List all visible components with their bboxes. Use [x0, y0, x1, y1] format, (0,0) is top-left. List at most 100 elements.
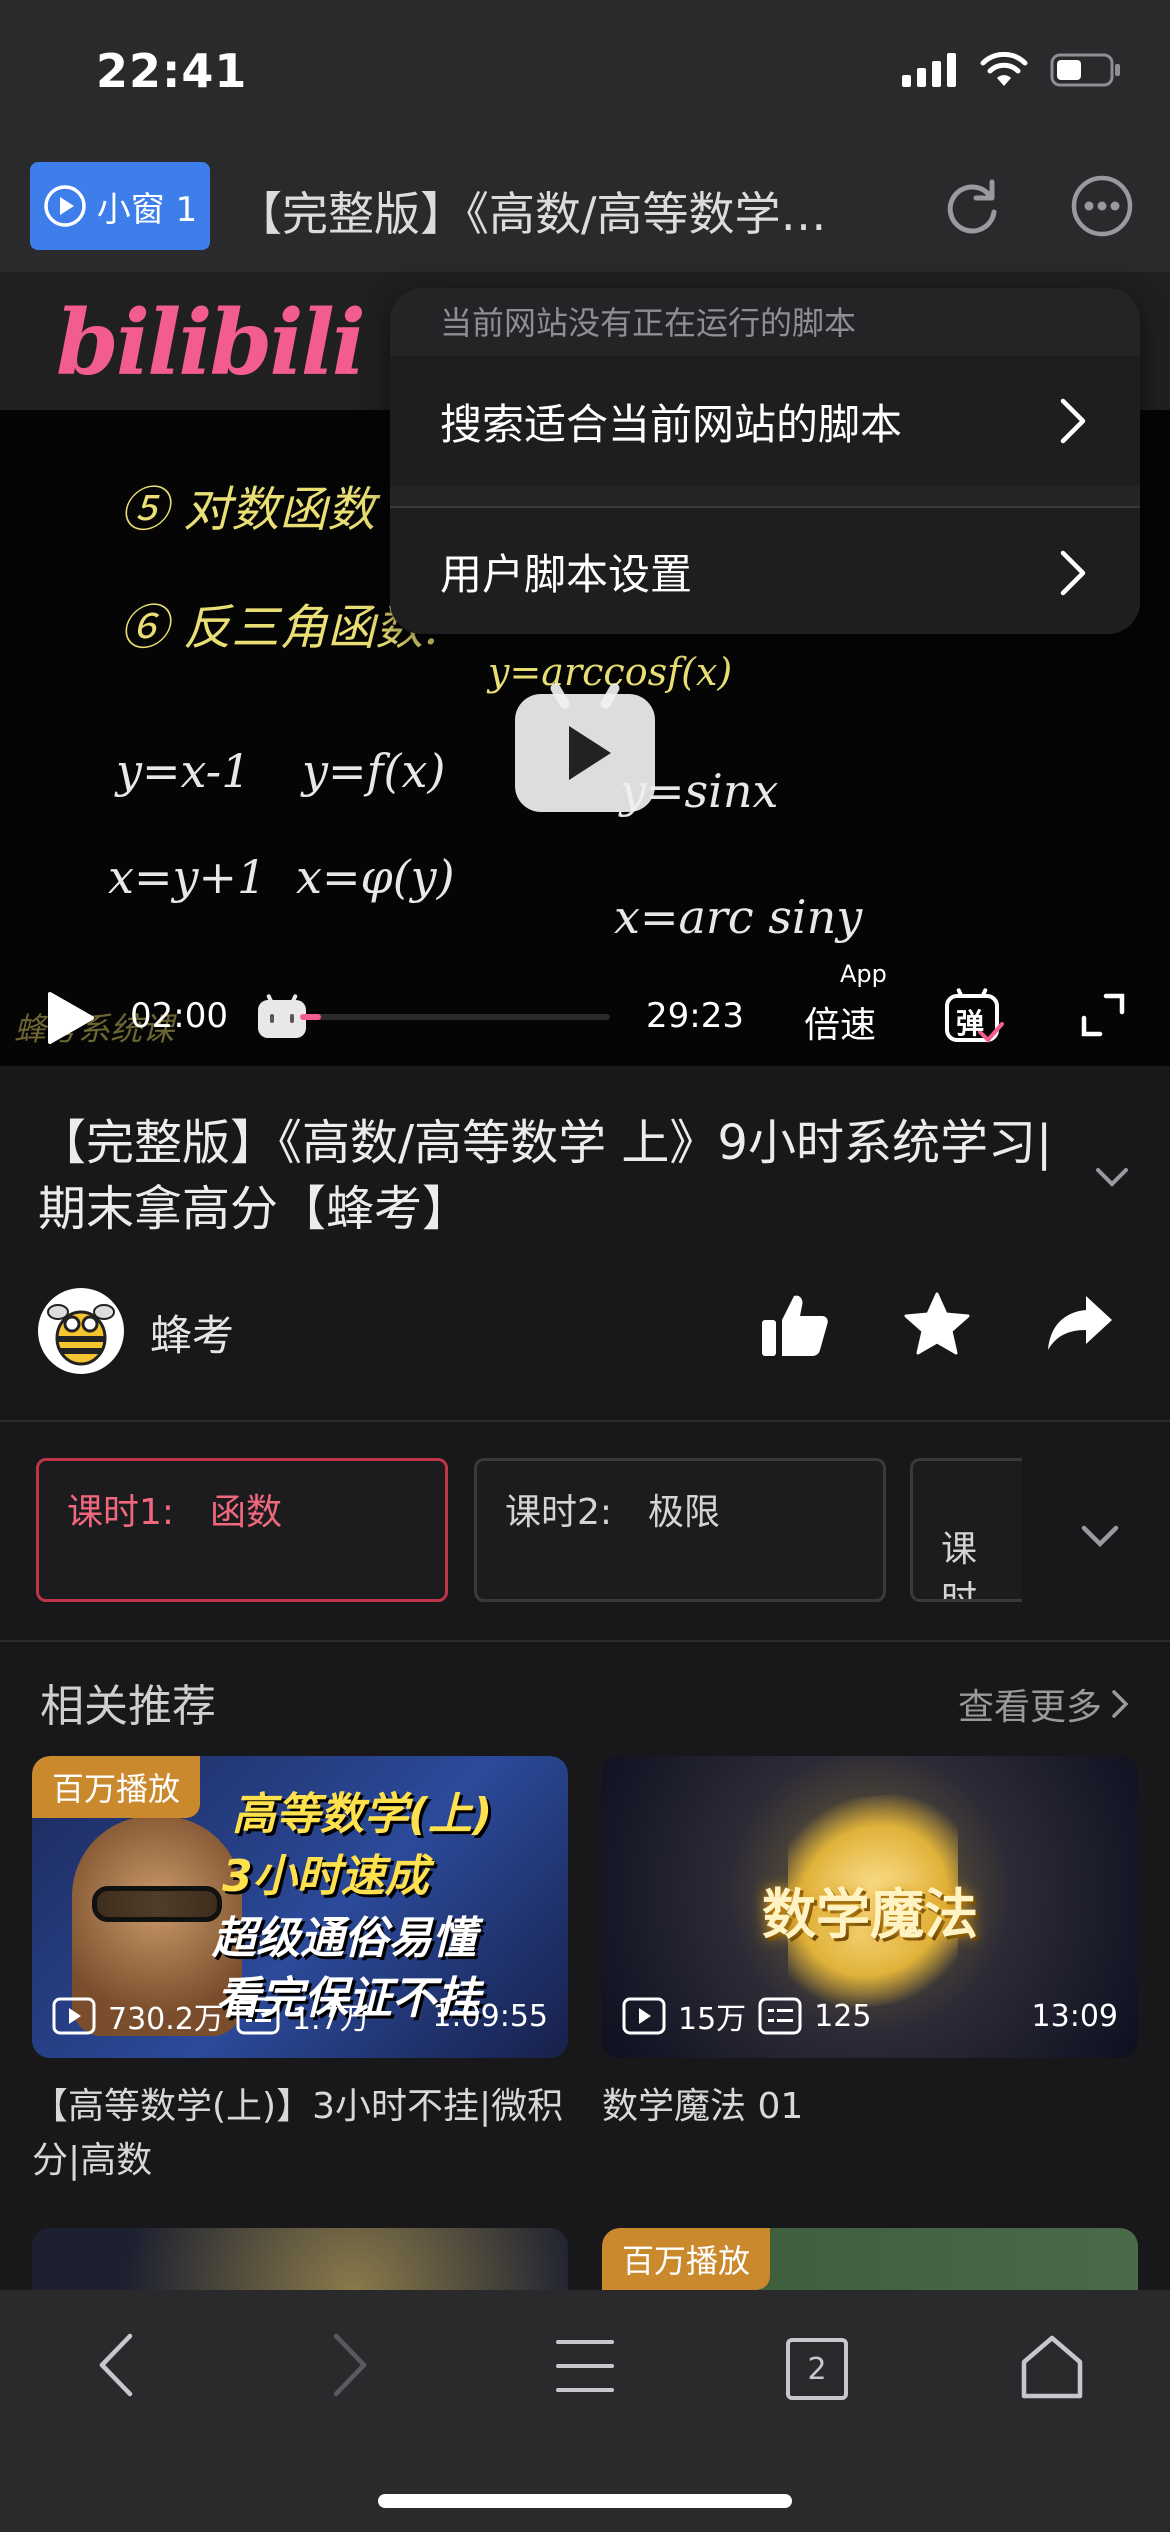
chevron-down-icon[interactable] — [1080, 1524, 1120, 1550]
danmaku-count-icon — [758, 1997, 802, 2035]
episode-label: 课时1: 函数 — [67, 1492, 283, 1533]
episode-label: 课时2: 极限 — [505, 1492, 721, 1533]
card-thumbnail: 百万播放 — [602, 2228, 1138, 2290]
views-count: 15万 — [678, 2002, 747, 2037]
uploader-name[interactable]: 蜂考 — [150, 1302, 234, 1363]
glasses-icon — [92, 1886, 222, 1922]
menu-icon[interactable] — [554, 2336, 616, 2396]
reload-icon[interactable] — [940, 174, 1004, 238]
card-stats: 15万 125 13:09 — [622, 1994, 1118, 2038]
bilibili-logo[interactable]: bilibili — [56, 290, 366, 396]
thumb-text: 数学魔法 — [762, 1883, 978, 1946]
card-duration: 13:09 — [1031, 1998, 1118, 2034]
progress-fill — [300, 1014, 322, 1020]
board-line: x=arc siny — [614, 890, 863, 944]
player-controls: 02:00 29:23 倍速 App 弹 — [0, 960, 1170, 1066]
page-title[interactable]: 【完整版】《高数/高等数学… — [236, 178, 896, 244]
mini-window-label: 小窗 1 — [96, 189, 198, 230]
bottom-toolbar: 2 — [0, 2290, 1170, 2532]
recommend-header: 相关推荐 查看更多 — [0, 1642, 1170, 1752]
recommend-heading: 相关推荐 — [40, 1681, 216, 1732]
share-icon[interactable] — [1046, 1292, 1114, 1354]
popular-badge: 百万播放 — [32, 1756, 201, 1818]
see-more-link[interactable]: 查看更多 — [958, 1678, 1130, 1730]
danmaku-count: 1.7万 — [291, 2002, 370, 2037]
like-icon[interactable] — [760, 1292, 830, 1358]
thumb-text: 高等数学(上) — [232, 1789, 493, 1840]
home-indicator — [378, 2494, 792, 2508]
play-icon[interactable] — [44, 990, 96, 1046]
popup-note: 当前网站没有正在运行的脚本 — [440, 304, 857, 342]
back-icon[interactable] — [96, 2332, 136, 2398]
recommend-card[interactable]: 数学魔法 15万 125 13:09 数学魔法 01 — [602, 1756, 1138, 2134]
card-title: 数学魔法 01 — [602, 2086, 804, 2127]
card-stats: 730.2万 1.7万 1:09:55 — [52, 1994, 548, 2038]
card-thumbnail: 数学魔法 15万 125 13:09 — [602, 1756, 1138, 2058]
browser-bar: 小窗 1 【完整版】《高数/高等数学… — [0, 140, 1170, 272]
bee-avatar-icon — [47, 1304, 115, 1366]
battery-icon — [1050, 53, 1120, 87]
big-play-button[interactable] — [515, 694, 655, 812]
episode-list: 课时1: 函数 课时2: 极限 课时3 公式 — [0, 1422, 1170, 1640]
thumb-text: 超级通俗易懂 — [212, 1913, 476, 1964]
script-settings-item[interactable]: 用户脚本设置 — [390, 508, 1140, 634]
cellular-signal-icon — [902, 53, 956, 87]
card-thumbnail: 高等数学(上) 3小时速成 超级通俗易懂 看完保证不挂 百万播放 730.2万 … — [32, 1756, 568, 2058]
avatar[interactable] — [38, 1288, 124, 1374]
forward-icon[interactable] — [330, 2332, 370, 2398]
danmaku-label: 弹 — [956, 1007, 985, 1040]
recommend-card[interactable] — [32, 2228, 568, 2290]
chevron-right-icon — [1060, 550, 1086, 596]
board-line: y=x-1 — [116, 744, 251, 798]
current-time: 02:00 — [130, 996, 228, 1036]
tabs-button[interactable]: 2 — [786, 2338, 848, 2400]
chevron-right-icon — [1112, 1690, 1129, 1718]
mini-window-button[interactable]: 小窗 1 — [30, 162, 210, 250]
episode-label: 课时3 公式 — [941, 1529, 978, 1602]
popup-item-label: 用户脚本设置 — [440, 549, 693, 599]
danmaku-toggle[interactable]: 弹 — [944, 986, 1004, 1043]
thumb-text: 3小时速成 — [222, 1851, 429, 1902]
episode-item[interactable]: 课时2: 极限 — [474, 1458, 886, 1602]
recommend-card[interactable]: 百万播放 — [602, 2228, 1138, 2290]
app-badge: App — [840, 960, 887, 988]
play-circle-icon — [44, 185, 86, 227]
danmaku-count-icon — [236, 1997, 280, 2035]
tab-count: 2 — [807, 2351, 827, 2387]
speed-button[interactable]: 倍速 — [804, 996, 876, 1048]
card-thumbnail — [32, 2228, 568, 2290]
status-bar: 22:41 — [0, 0, 1170, 140]
status-icons — [902, 52, 1122, 88]
home-icon[interactable] — [1018, 2332, 1086, 2400]
board-line: x=y+1 — [108, 850, 267, 904]
board-line: ⑤ 对数函数 — [120, 482, 376, 538]
views-icon — [622, 1997, 666, 2035]
fullscreen-icon[interactable] — [1080, 992, 1126, 1038]
episode-item[interactable]: 课时3 公式 — [910, 1458, 1022, 1602]
see-more-label: 查看更多 — [957, 1687, 1102, 1728]
views-icon — [52, 1997, 96, 2035]
progress-bar[interactable] — [300, 1014, 610, 1020]
video-title: 【完整版】《高数/高等数学 上》9小时系统学习|期末拿高分【蜂考】 — [38, 1115, 1053, 1237]
recommend-card[interactable]: 高等数学(上) 3小时速成 超级通俗易懂 看完保证不挂 百万播放 730.2万 … — [32, 1756, 568, 2188]
status-time: 22:41 — [96, 44, 248, 98]
episode-item[interactable]: 课时1: 函数 — [36, 1458, 448, 1602]
more-options-icon[interactable] — [1070, 174, 1134, 238]
play-icon — [569, 726, 611, 780]
danmaku-count: 125 — [814, 1998, 872, 2034]
card-duration: 1:09:55 — [432, 1998, 548, 2034]
board-line: x=φ(y) — [296, 850, 455, 904]
chevron-down-icon[interactable] — [1094, 1166, 1130, 1190]
popup-item-label: 搜索适合当前网站的脚本 — [440, 399, 903, 449]
duration: 29:23 — [646, 996, 744, 1036]
star-icon[interactable] — [904, 1292, 970, 1356]
chevron-right-icon — [1060, 398, 1086, 444]
views-count: 730.2万 — [108, 2002, 224, 2037]
board-line: y=f(x) — [302, 744, 446, 798]
popular-badge: 百万播放 — [602, 2228, 771, 2290]
search-scripts-item[interactable]: 搜索适合当前网站的脚本 — [390, 356, 1140, 486]
wifi-icon — [980, 52, 1028, 86]
userscript-popup: 当前网站没有正在运行的脚本 搜索适合当前网站的脚本 用户脚本设置 — [390, 288, 1140, 634]
video-info: 【完整版】《高数/高等数学 上》9小时系统学习|期末拿高分【蜂考】 蜂考 — [0, 1066, 1170, 1420]
card-title: 【高等数学(上)】3小时不挂|微积分|高数 — [32, 2086, 564, 2181]
